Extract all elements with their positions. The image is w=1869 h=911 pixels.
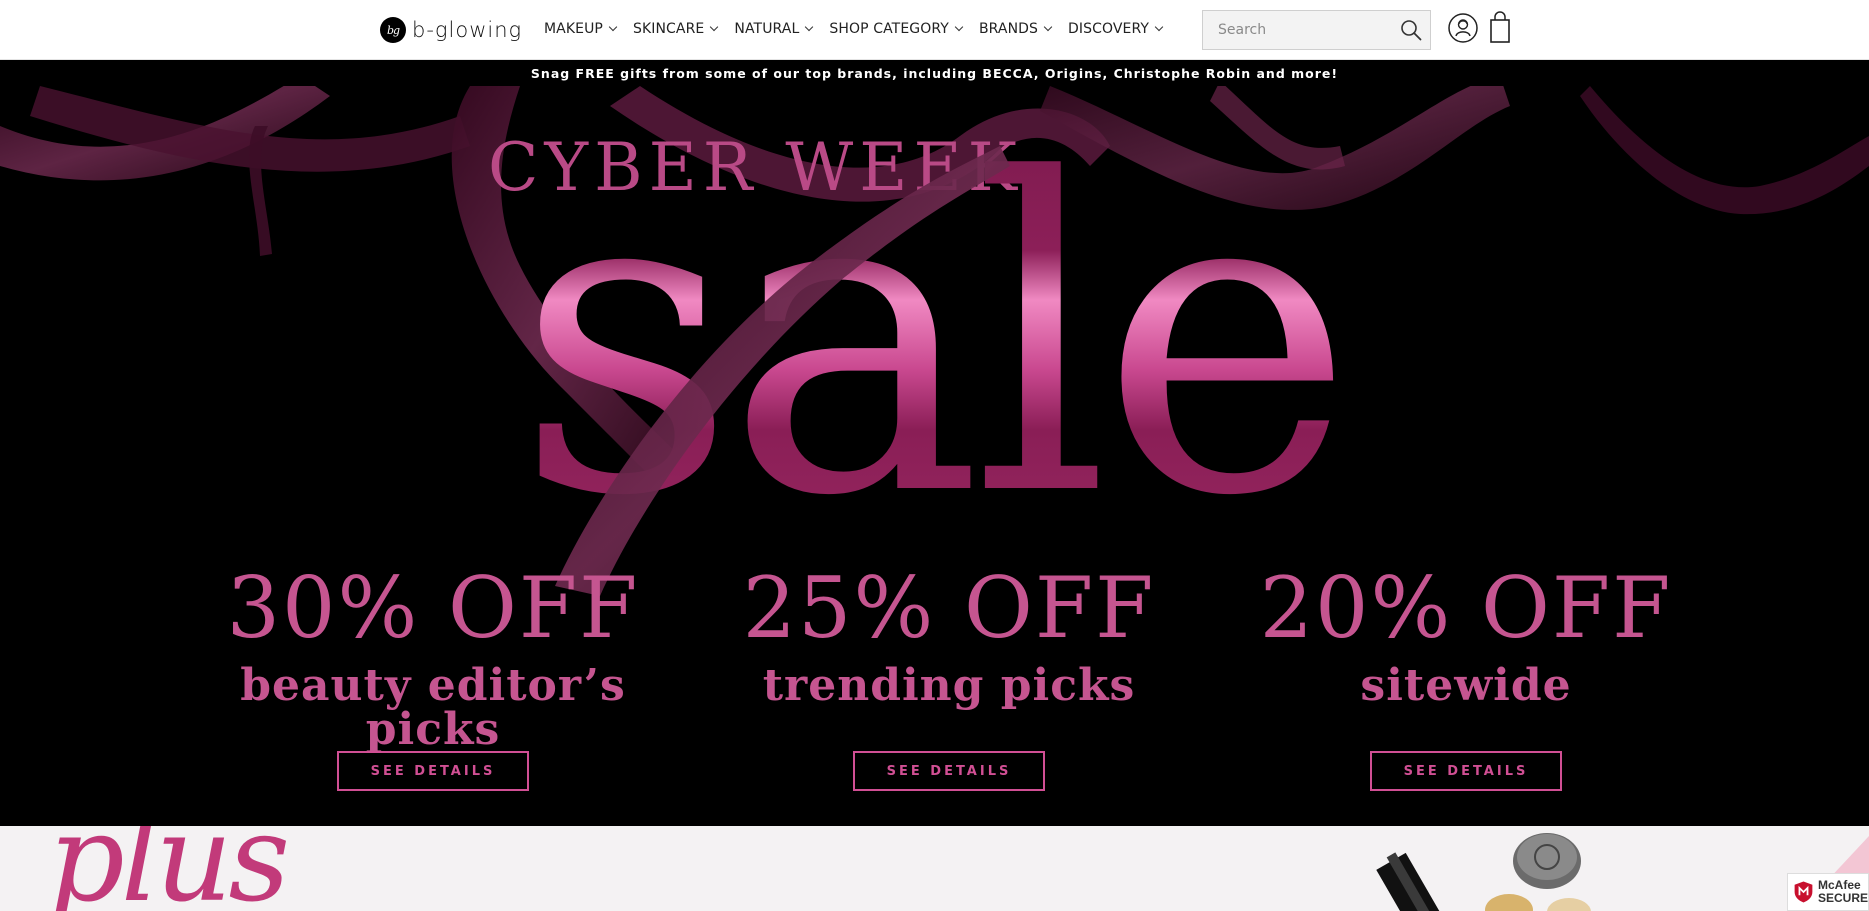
badge-text: McAfee SECURE <box>1818 879 1868 904</box>
shield-icon <box>1794 881 1813 903</box>
offer-25: 25% OFF trending picks <box>689 566 1209 708</box>
mcafee-secure-badge[interactable]: McAfee SECURE <box>1787 873 1869 911</box>
see-details-button-3[interactable]: SEE DETAILS <box>1370 751 1562 791</box>
chevron-down-icon <box>954 22 964 32</box>
nav-item-label: SKINCARE <box>632 21 705 37</box>
chevron-down-icon <box>1043 22 1053 32</box>
promo-bar[interactable]: Snag FREE gifts from some of our top bra… <box>0 60 1869 86</box>
search-box <box>1202 10 1431 50</box>
nav-item-shop-category[interactable]: SHOP CATEGORY <box>829 21 964 37</box>
nav-item-skincare[interactable]: SKINCARE <box>632 21 719 37</box>
offer-description: sitewide <box>1360 660 1572 711</box>
see-details-button-1[interactable]: SEE DETAILS <box>337 751 529 791</box>
nav-item-label: SHOP CATEGORY <box>829 21 949 37</box>
account-icon <box>1448 13 1478 43</box>
nav-item-label: NATURAL <box>734 21 800 37</box>
nav-item-label: MAKEUP <box>544 21 603 37</box>
chevron-down-icon <box>710 22 719 32</box>
search-input[interactable] <box>1203 11 1392 49</box>
plus-script-text: plus <box>48 826 290 911</box>
logo-mark: bg <box>380 17 406 43</box>
chevron-down-icon <box>805 22 814 32</box>
hero-banner[interactable]: CYBER WEEK sale 30% OFF beauty editor’s … <box>0 86 1869 826</box>
account-button[interactable] <box>1447 12 1479 44</box>
main-nav: MAKEUP SKINCARE NATURAL SHOP CATEGORY BR… <box>544 0 1179 58</box>
shopping-bag-icon <box>1490 11 1510 43</box>
chevron-down-icon <box>608 22 618 32</box>
nav-item-brands[interactable]: BRANDS <box>978 21 1053 37</box>
nav-item-label: BRANDS <box>978 21 1039 37</box>
nav-item-discovery[interactable]: DISCOVERY <box>1068 21 1164 37</box>
offer-percent: 30% OFF <box>226 559 640 657</box>
chevron-down-icon <box>1154 22 1164 32</box>
offer-description: beauty editor’s picks <box>240 660 626 755</box>
search-button[interactable] <box>1392 11 1430 49</box>
site-header: bg b-glowing MAKEUP SKINCARE NATURAL SHO… <box>0 0 1869 60</box>
cart-button[interactable] <box>1487 11 1513 45</box>
badge-line-2: SECURE <box>1817 891 1868 905</box>
offer-description: trending picks <box>762 660 1136 711</box>
search-icon <box>1401 20 1422 41</box>
offer-percent: 20% OFF <box>1259 559 1673 657</box>
nav-item-natural[interactable]: NATURAL <box>734 21 814 37</box>
logo-text: b-glowing <box>412 18 523 42</box>
offer-30: 30% OFF beauty editor’s picks <box>173 566 693 752</box>
promo-text: Snag FREE gifts from some of our top bra… <box>530 65 1339 81</box>
plus-banner[interactable]: plus <box>0 826 1869 911</box>
offer-20: 20% OFF sitewide <box>1206 566 1726 708</box>
nav-item-makeup[interactable]: MAKEUP <box>544 21 618 37</box>
offer-percent: 25% OFF <box>742 559 1156 657</box>
logo[interactable]: bg b-glowing <box>380 15 522 45</box>
nav-item-label: DISCOVERY <box>1068 21 1150 37</box>
see-details-button-2[interactable]: SEE DETAILS <box>853 751 1045 791</box>
